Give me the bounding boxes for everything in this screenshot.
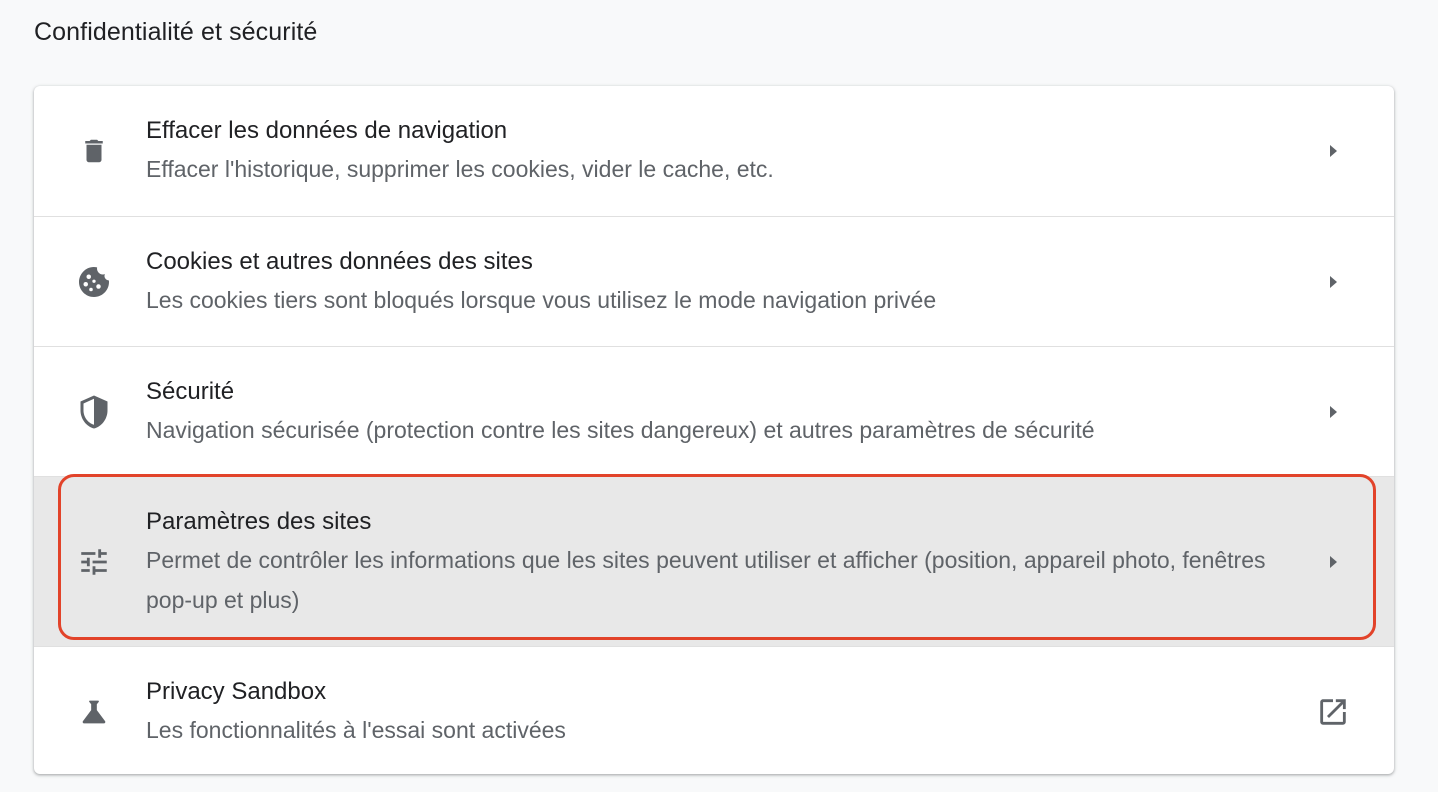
privacy-sandbox-text: Privacy Sandbox Les fonctionnalités à l'… (146, 674, 1274, 750)
cookie-icon (74, 262, 114, 302)
privacy-security-card: Effacer les données de navigation Efface… (34, 86, 1394, 774)
tune-icon (74, 542, 114, 582)
cookies-text: Cookies et autres données des sites Les … (146, 244, 1274, 320)
section-title: Confidentialité et sécurité (34, 18, 318, 46)
settings-page: Confidentialité et sécurité Effacer les … (0, 0, 1438, 792)
row-sublabel: Permet de contrôler les informations que… (146, 546, 1266, 613)
open-in-new-icon[interactable] (1316, 695, 1350, 729)
arrow-right-icon[interactable] (1316, 265, 1350, 299)
row-label: Cookies et autres données des sites (146, 247, 533, 275)
arrow-right-icon[interactable] (1316, 395, 1350, 429)
row-sublabel: Navigation sécurisée (protection contre … (146, 416, 1095, 443)
trash-icon (74, 131, 114, 171)
flask-icon (74, 692, 114, 732)
privacy-sandbox-row[interactable]: Privacy Sandbox Les fonctionnalités à l'… (34, 646, 1394, 774)
row-label: Paramètres des sites (146, 507, 372, 535)
shield-icon (74, 392, 114, 432)
clear-browsing-data-text: Effacer les données de navigation Efface… (146, 113, 1274, 189)
arrow-right-icon[interactable] (1316, 545, 1350, 579)
row-label: Sécurité (146, 377, 235, 405)
site-settings-row[interactable]: Paramètres des sites Permet de contrôler… (34, 476, 1394, 646)
security-text: Sécurité Navigation sécurisée (protectio… (146, 374, 1274, 450)
cookies-row[interactable]: Cookies et autres données des sites Les … (34, 216, 1394, 346)
site-settings-text: Paramètres des sites Permet de contrôler… (146, 504, 1274, 620)
row-sublabel: Les fonctionnalités à l'essai sont activ… (146, 716, 566, 743)
arrow-right-icon[interactable] (1316, 134, 1350, 168)
row-sublabel: Effacer l'historique, supprimer les cook… (146, 156, 774, 182)
row-label: Privacy Sandbox (146, 677, 327, 705)
row-label: Effacer les données de navigation (146, 117, 508, 144)
security-row[interactable]: Sécurité Navigation sécurisée (protectio… (34, 346, 1394, 476)
row-sublabel: Les cookies tiers sont bloqués lorsque v… (146, 286, 937, 313)
clear-browsing-data-row[interactable]: Effacer les données de navigation Efface… (34, 86, 1394, 216)
